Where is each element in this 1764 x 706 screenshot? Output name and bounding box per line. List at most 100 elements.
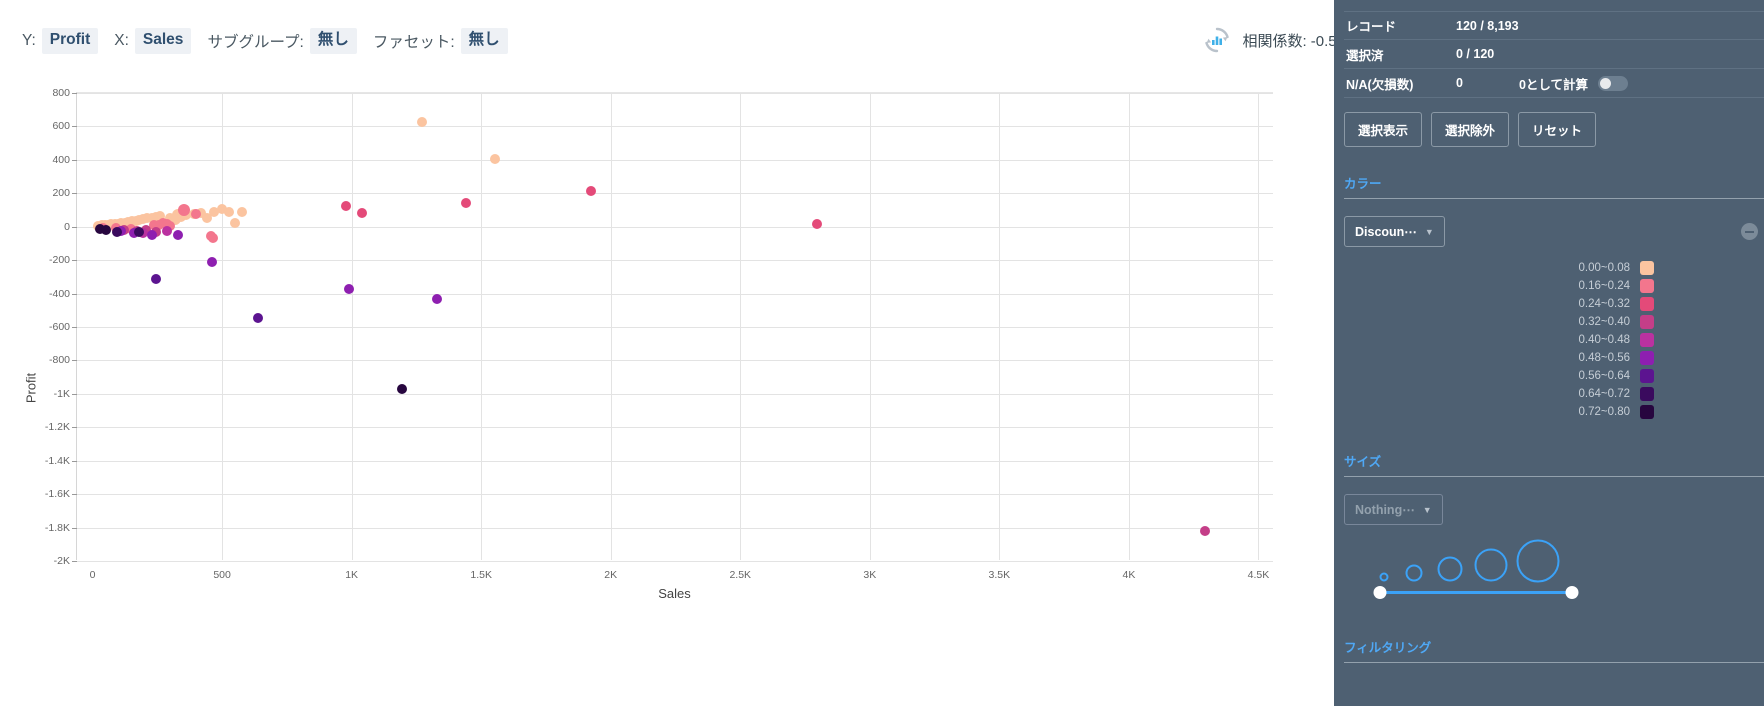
scatter-point[interactable] bbox=[173, 230, 184, 241]
scatter-point[interactable] bbox=[344, 284, 355, 295]
y-axis-tick-label: 400 bbox=[52, 153, 70, 166]
scatter-point[interactable] bbox=[237, 207, 248, 217]
scatter-point[interactable] bbox=[811, 218, 822, 229]
size-range-preview bbox=[1344, 539, 1764, 601]
scatter-point[interactable] bbox=[416, 117, 427, 128]
chevron-down-icon: ▼ bbox=[1424, 226, 1434, 237]
scatter-point[interactable] bbox=[229, 218, 240, 229]
scatter-point[interactable] bbox=[208, 233, 219, 244]
legend-item[interactable]: 0.72~0.80 bbox=[1344, 403, 1654, 421]
size-section: サイズ Nothing⋯ ▼ bbox=[1344, 451, 1764, 601]
size-section-title: サイズ bbox=[1344, 451, 1764, 477]
y-axis-tick-mark bbox=[72, 360, 77, 362]
legend-item[interactable]: 0.40~0.48 bbox=[1344, 331, 1654, 349]
x-axis-label: X: bbox=[114, 31, 129, 49]
x-gridline bbox=[610, 93, 612, 560]
scatter-point[interactable] bbox=[586, 186, 597, 197]
x-gridline bbox=[351, 93, 353, 560]
legend-item[interactable]: 0.00~0.08 bbox=[1344, 259, 1654, 277]
y-axis-tick-label: -1K bbox=[53, 387, 70, 400]
legend-item[interactable]: 0.48~0.56 bbox=[1344, 349, 1654, 367]
scatter-point[interactable] bbox=[1200, 525, 1211, 536]
subgroup-field-chip[interactable]: 無し bbox=[309, 28, 357, 54]
y-axis-tick-label: -800 bbox=[48, 354, 70, 367]
scatter-point[interactable] bbox=[112, 226, 123, 237]
stat-key-selected: 選択済 bbox=[1346, 48, 1384, 63]
y-gridline bbox=[77, 226, 1273, 228]
y-axis-tick-mark bbox=[72, 159, 77, 161]
scatter-point[interactable] bbox=[207, 256, 218, 267]
legend-item[interactable]: 0.16~0.24 bbox=[1344, 277, 1654, 295]
y-gridline bbox=[77, 327, 1273, 328]
y-axis-tick-mark bbox=[72, 393, 77, 395]
y-gridline bbox=[77, 293, 1273, 295]
scatter-point[interactable] bbox=[151, 274, 162, 285]
x-gridline bbox=[869, 93, 871, 560]
legend-item-swatch bbox=[1640, 297, 1654, 311]
treat-as-zero-toggle[interactable] bbox=[1598, 75, 1629, 91]
scatter-point[interactable] bbox=[101, 224, 112, 235]
selection-button-row: 選択表示 選択除外 リセット bbox=[1344, 112, 1764, 147]
legend-item[interactable]: 0.24~0.32 bbox=[1344, 295, 1654, 313]
minus-circle-icon[interactable] bbox=[1741, 223, 1758, 240]
scatter-point[interactable] bbox=[146, 229, 157, 240]
scatter-point[interactable] bbox=[177, 203, 190, 216]
legend-item[interactable]: 0.64~0.72 bbox=[1344, 385, 1654, 403]
size-field-dropdown[interactable]: Nothing⋯ ▼ bbox=[1344, 494, 1443, 525]
y-gridline bbox=[77, 159, 1273, 161]
scatter-point[interactable] bbox=[161, 226, 172, 237]
exclude-selected-button[interactable]: 選択除外 bbox=[1431, 112, 1510, 147]
show-selected-button[interactable]: 選択表示 bbox=[1344, 112, 1423, 147]
y-gridline bbox=[77, 260, 1273, 262]
size-slider-min-handle[interactable] bbox=[1373, 586, 1387, 599]
y-axis-tick-mark bbox=[72, 494, 77, 496]
legend-item[interactable]: 0.56~0.64 bbox=[1344, 367, 1654, 385]
scatter-point[interactable] bbox=[357, 208, 367, 219]
y-axis-field-chip[interactable]: Profit bbox=[41, 28, 99, 54]
scatter-point[interactable] bbox=[490, 154, 501, 165]
scatter-point[interactable] bbox=[460, 197, 471, 208]
stats-block: レコード 120 / 8,193 選択済 0 / 120 N/A(欠損数) 0 … bbox=[1344, 11, 1764, 98]
size-range-slider[interactable] bbox=[1373, 586, 1579, 599]
y-gridline bbox=[77, 460, 1273, 462]
y-axis-tick-label: -400 bbox=[48, 287, 70, 300]
x-gridline bbox=[481, 93, 483, 560]
y-axis-tick-mark bbox=[72, 460, 77, 462]
facet-label: ファセット: bbox=[372, 33, 455, 51]
color-field-dropdown[interactable]: Discoun⋯ ▼ bbox=[1344, 216, 1445, 247]
x-axis-tick-label: 1K bbox=[345, 569, 359, 581]
plot-canvas[interactable]: 800 600 400 200 0 -200 -400 -600 -800 -1K -1.2K -1.… bbox=[45, 87, 1273, 581]
scatter-point[interactable] bbox=[224, 207, 235, 218]
facet-field-chip[interactable]: 無し bbox=[460, 28, 508, 54]
y-axis-tick-mark bbox=[72, 427, 77, 429]
size-circle-2 bbox=[1405, 564, 1423, 582]
scatter-point[interactable] bbox=[341, 201, 352, 212]
y-axis-tick-mark bbox=[72, 260, 77, 262]
y-axis-tick-mark bbox=[72, 93, 77, 94]
legend-item-label: 0.32~0.40 bbox=[1578, 316, 1630, 328]
scatter-point[interactable] bbox=[397, 383, 408, 394]
correlation-coefficient-text: 相関係数: -0.52 bbox=[1242, 32, 1345, 50]
y-axis-tick-label: 800 bbox=[52, 87, 70, 99]
y-axis-tick-mark bbox=[72, 527, 77, 529]
size-field-value: Nothing⋯ bbox=[1355, 503, 1415, 517]
legend-item-label: 0.72~0.80 bbox=[1578, 406, 1630, 418]
scatter-point[interactable] bbox=[432, 293, 443, 304]
y-axis-tick-label: -1.2K bbox=[44, 421, 70, 434]
scatter-point[interactable] bbox=[191, 209, 202, 220]
x-axis-tick-label: 4K bbox=[1122, 569, 1136, 581]
x-axis-field-chip[interactable]: Sales bbox=[134, 28, 192, 54]
x-axis-tick-label: 1.5K bbox=[470, 569, 492, 581]
scatter-point[interactable] bbox=[134, 227, 145, 238]
legend-item-label: 0.24~0.32 bbox=[1578, 298, 1630, 310]
legend-item[interactable]: 0.32~0.40 bbox=[1344, 313, 1654, 331]
stat-value-records: 120 / 8,193 bbox=[1456, 18, 1519, 33]
reset-button[interactable]: リセット bbox=[1518, 112, 1597, 147]
y-axis-tick-label: 200 bbox=[52, 187, 70, 200]
size-slider-max-handle[interactable] bbox=[1565, 586, 1579, 599]
y-axis-tick-label: -1.4K bbox=[44, 454, 70, 467]
y-axis-tick-label: 600 bbox=[52, 120, 70, 133]
color-section-title: カラー bbox=[1344, 173, 1764, 199]
stat-row-records: レコード 120 / 8,193 bbox=[1344, 11, 1764, 40]
scatter-point[interactable] bbox=[253, 312, 264, 323]
